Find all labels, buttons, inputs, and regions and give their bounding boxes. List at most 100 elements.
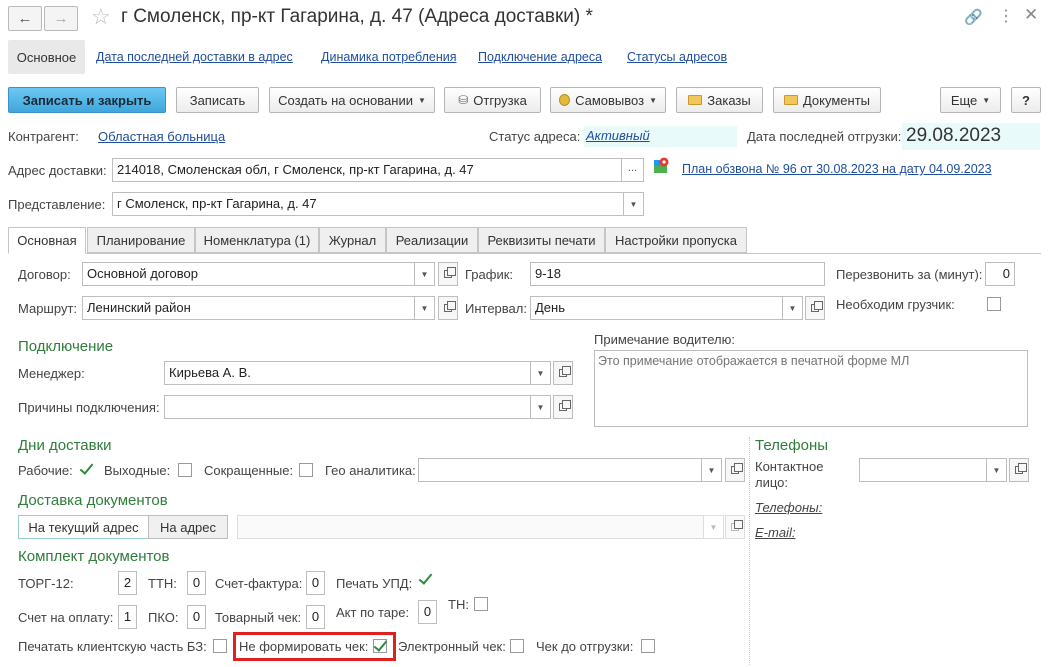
doc-address-field[interactable] bbox=[237, 515, 704, 539]
doc-delivery-title: Доставка документов bbox=[18, 492, 168, 509]
chevron-down-icon: ▼ bbox=[629, 199, 638, 209]
address-field[interactable]: 214018, Смоленская обл, г Смоленск, пр-к… bbox=[112, 158, 622, 182]
geo-dropdown[interactable]: ▼ bbox=[702, 458, 722, 482]
chevron-down-icon: ▼ bbox=[420, 303, 429, 313]
interval-field[interactable]: День bbox=[530, 296, 783, 320]
geo-field[interactable] bbox=[418, 458, 702, 482]
last-ship-label: Дата последней отгрузки: bbox=[747, 129, 902, 144]
help-button[interactable]: ? bbox=[1011, 87, 1041, 113]
chevron-down-icon: ▼ bbox=[536, 402, 545, 412]
star-icon[interactable]: ☆ bbox=[91, 4, 111, 30]
nav-tab-connection[interactable]: Подключение адреса bbox=[478, 50, 602, 64]
counterparty-link[interactable]: Областная больница bbox=[98, 129, 225, 144]
doc-address-dropdown[interactable]: ▼ bbox=[704, 515, 724, 539]
tab-main[interactable]: Основная bbox=[8, 227, 86, 254]
workdays-checkbox[interactable] bbox=[80, 463, 94, 477]
interval-open-button[interactable] bbox=[805, 296, 825, 320]
contract-field[interactable]: Основной договор bbox=[82, 262, 415, 286]
loader-checkbox[interactable] bbox=[987, 297, 1001, 311]
nav-tab-statuses[interactable]: Статусы адресов bbox=[627, 50, 727, 64]
contact-open-button[interactable] bbox=[1009, 458, 1029, 482]
payment-invoice-field[interactable]: 1 bbox=[118, 605, 137, 629]
to-address-button[interactable]: На адрес bbox=[148, 515, 228, 539]
sales-receipt-field[interactable]: 0 bbox=[306, 605, 325, 629]
link-icon[interactable]: 🔗 bbox=[964, 8, 983, 26]
shipment-button[interactable]: ⛁ Отгрузка bbox=[444, 87, 541, 113]
forward-button[interactable]: → bbox=[44, 6, 78, 31]
reasons-open-button[interactable] bbox=[553, 395, 573, 419]
open-icon bbox=[1015, 463, 1027, 474]
tab-journal[interactable]: Журнал bbox=[319, 227, 386, 253]
contact-label: Контактное лицо: bbox=[755, 459, 824, 490]
weekends-checkbox[interactable] bbox=[178, 463, 192, 477]
tab-pass-settings[interactable]: Настройки пропуска bbox=[605, 227, 747, 253]
close-icon[interactable]: ✕ bbox=[1024, 5, 1038, 25]
open-icon bbox=[559, 400, 571, 411]
reasons-field[interactable] bbox=[164, 395, 531, 419]
create-based-button[interactable]: Создать на основании ▼ bbox=[269, 87, 435, 113]
manager-field[interactable]: Кирьева А. В. bbox=[164, 361, 531, 385]
manager-dropdown[interactable]: ▼ bbox=[531, 361, 551, 385]
status-field[interactable]: Активный bbox=[584, 126, 737, 147]
receipt-before-ship-checkbox[interactable] bbox=[641, 639, 655, 653]
call-plan-link[interactable]: План обзвона № 96 от 30.08.2023 на дату … bbox=[682, 162, 992, 176]
documents-button[interactable]: Документы bbox=[773, 87, 881, 113]
map-pin-icon[interactable] bbox=[654, 157, 669, 174]
address-select-label: ... bbox=[627, 162, 638, 174]
nav-tab-main[interactable]: Основное bbox=[8, 40, 85, 74]
tab-sales-label: Реализации bbox=[395, 232, 469, 248]
workdays-label: Рабочие: bbox=[18, 463, 73, 478]
chevron-down-icon: ▼ bbox=[649, 95, 657, 105]
callback-field[interactable]: 0 bbox=[985, 262, 1015, 286]
tab-nomenclature[interactable]: Номенклатура (1) bbox=[195, 227, 319, 253]
contract-dropdown[interactable]: ▼ bbox=[415, 262, 435, 286]
schedule-field[interactable]: 9-18 bbox=[530, 262, 825, 286]
contact-dropdown[interactable]: ▼ bbox=[987, 458, 1007, 482]
contact-field[interactable] bbox=[859, 458, 987, 482]
torg12-field[interactable]: 2 bbox=[118, 571, 137, 595]
tab-sales[interactable]: Реализации bbox=[386, 227, 478, 253]
representation-field[interactable]: г Смоленск, пр-кт Гагарина, д. 47 bbox=[112, 192, 624, 216]
pko-field[interactable]: 0 bbox=[187, 605, 206, 629]
tn-checkbox[interactable] bbox=[474, 597, 488, 611]
phones-label[interactable]: Телефоны: bbox=[755, 500, 822, 515]
reasons-dropdown[interactable]: ▼ bbox=[531, 395, 551, 419]
orders-button[interactable]: Заказы bbox=[676, 87, 763, 113]
representation-dropdown[interactable]: ▼ bbox=[624, 192, 644, 216]
print-client-part-checkbox[interactable] bbox=[213, 639, 227, 653]
e-receipt-checkbox[interactable] bbox=[510, 639, 524, 653]
tab-planning[interactable]: Планирование bbox=[87, 227, 195, 253]
doc-set-title: Комплект документов bbox=[18, 548, 170, 565]
short-days-checkbox[interactable] bbox=[299, 463, 313, 477]
geo-open-button[interactable] bbox=[725, 458, 745, 482]
doc-address-open-button[interactable] bbox=[725, 515, 745, 539]
upd-checkbox[interactable] bbox=[419, 573, 433, 587]
address-select-button[interactable]: ... bbox=[622, 158, 644, 182]
pickup-button[interactable]: Самовывоз ▼ bbox=[550, 87, 666, 113]
contract-open-button[interactable] bbox=[438, 262, 458, 286]
save-close-button[interactable]: Записать и закрыть bbox=[8, 87, 166, 113]
back-button[interactable]: ← bbox=[8, 6, 42, 31]
save-button[interactable]: Записать bbox=[176, 87, 259, 113]
status-value: Активный bbox=[586, 128, 650, 143]
more-vert-icon[interactable]: ⋮ bbox=[998, 6, 1014, 26]
more-button[interactable]: Еще ▼ bbox=[940, 87, 1001, 113]
no-receipt-checkbox[interactable] bbox=[373, 639, 387, 653]
email-label[interactable]: E-mail: bbox=[755, 525, 795, 540]
save-close-label: Записать и закрыть bbox=[22, 92, 152, 108]
route-open-button[interactable] bbox=[438, 296, 458, 320]
invoice-field[interactable]: 0 bbox=[306, 571, 325, 595]
nav-tab-consumption[interactable]: Динамика потребления bbox=[321, 50, 456, 64]
tare-act-field[interactable]: 0 bbox=[418, 600, 437, 624]
to-current-address-button[interactable]: На текущий адрес bbox=[18, 515, 149, 539]
interval-dropdown[interactable]: ▼ bbox=[783, 296, 803, 320]
route-field[interactable]: Ленинский район bbox=[82, 296, 415, 320]
manager-open-button[interactable] bbox=[553, 361, 573, 385]
nav-tab-last-delivery[interactable]: Дата последней доставки в адрес bbox=[96, 50, 293, 64]
tab-print-details-label: Реквизиты печати bbox=[487, 232, 596, 248]
tab-print-details[interactable]: Реквизиты печати bbox=[478, 227, 605, 253]
save-label: Записать bbox=[189, 92, 246, 108]
driver-note-textarea[interactable] bbox=[594, 350, 1028, 427]
ttn-field[interactable]: 0 bbox=[187, 571, 206, 595]
route-dropdown[interactable]: ▼ bbox=[415, 296, 435, 320]
